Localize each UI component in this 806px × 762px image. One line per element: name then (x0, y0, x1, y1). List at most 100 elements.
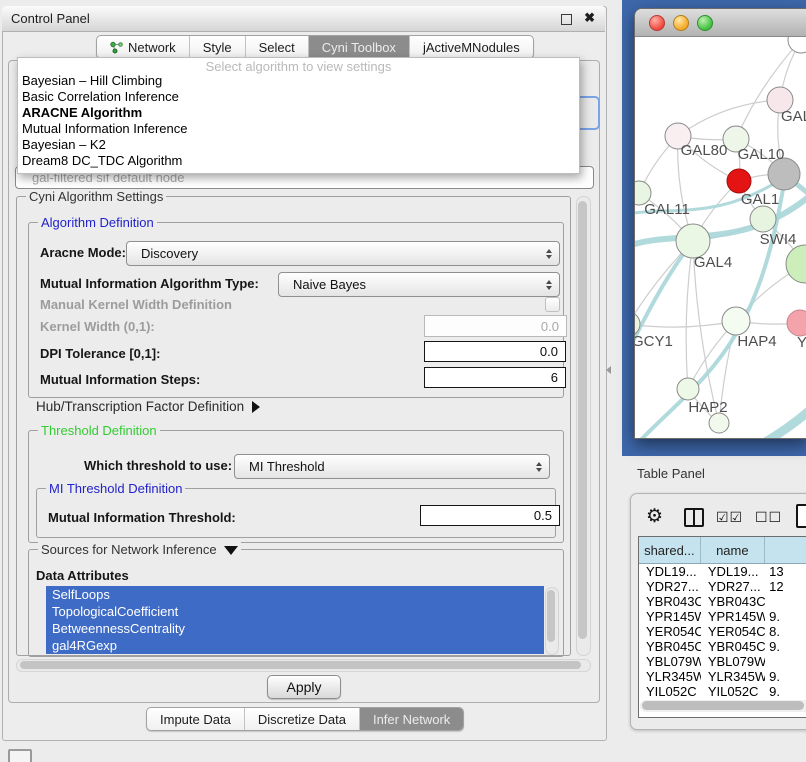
network-node-hap4[interactable] (722, 307, 750, 335)
tab-style[interactable]: Style (189, 36, 245, 58)
float-window-icon[interactable] (561, 14, 572, 25)
close-icon[interactable]: ✖ (584, 10, 595, 26)
dpi-tolerance-field[interactable]: 0.0 (424, 341, 566, 362)
attribute-item[interactable]: SelfLoops (46, 586, 544, 603)
tab-cyni-toolbox[interactable]: Cyni Toolbox (308, 36, 409, 58)
tab-jactivemnodules[interactable]: jActiveMNodules (409, 36, 533, 58)
tab-network[interactable]: Network (97, 36, 189, 58)
algorithm-option[interactable]: Basic Correlation Inference (18, 89, 579, 105)
splitter-collapse-icon[interactable] (606, 366, 611, 374)
minimized-widget[interactable] (8, 749, 32, 762)
table-row[interactable]: YDR27...YDR27...12 (639, 579, 806, 594)
deselect-all-icon[interactable]: ☐☐ (755, 509, 782, 526)
mi-steps-value: 6 (551, 370, 558, 385)
manual-kernel-checkbox[interactable] (545, 297, 560, 312)
network-window-titlebar[interactable] (635, 9, 806, 37)
attribute-item[interactable]: TopologicalCoefficient (46, 603, 544, 620)
algorithm-option[interactable]: Mutual Information Inference (18, 121, 579, 137)
select-all-icon[interactable]: ☑☑ (716, 509, 743, 526)
mi-type-value: Naive Bayes (279, 277, 366, 292)
network-node-hap2[interactable] (677, 378, 699, 400)
app-root: Control Panel ✖ NetworkStyleSelectCyni T… (0, 0, 806, 762)
table-header-row: shared...name (639, 537, 806, 564)
network-node[interactable] (786, 245, 806, 283)
mi-threshold-label: Mutual Information Threshold: (48, 510, 236, 525)
table-row[interactable]: YLR345WYLR345W9. (639, 669, 806, 684)
table-row[interactable]: YIL052CYIL052C9. (639, 684, 806, 699)
network-node[interactable] (709, 413, 729, 433)
mi-steps-field[interactable]: 6 (424, 367, 566, 388)
table-hscroll-thumb[interactable] (642, 701, 804, 710)
mi-type-label: Mutual Information Algorithm Type: (40, 276, 259, 291)
table-row[interactable]: YDL19...YDL19...13 (639, 564, 806, 579)
table-column-header[interactable] (765, 537, 806, 563)
network-edge (686, 241, 693, 389)
gear-icon[interactable]: ⚙ (646, 505, 663, 529)
network-canvas[interactable]: GALGAL80GAL10GAL1GAL11SWI4GAL4GCY1HAP4YH… (635, 37, 806, 438)
algorithm-option[interactable]: Bayesian – K2 (18, 137, 579, 153)
algorithm-dropdown-popup: Select algorithm to view settings Bayesi… (17, 57, 580, 174)
aracne-mode-combo[interactable]: Discovery (126, 241, 560, 266)
network-node-gal4[interactable] (676, 224, 710, 258)
bottom-tab-infer-network[interactable]: Infer Network (359, 708, 463, 730)
kernel-width-field[interactable]: 0.0 (424, 315, 567, 337)
network-view-window[interactable]: GALGAL80GAL10GAL1GAL11SWI4GAL4GCY1HAP4YH… (634, 8, 806, 439)
algorithm-option[interactable]: ARACNE Algorithm (18, 105, 579, 121)
algorithm-definition-label: Algorithm Definition (38, 215, 157, 230)
bottom-tab-label: Infer Network (373, 712, 450, 727)
node-label: GAL10 (738, 146, 785, 163)
bottom-tab-impute-data[interactable]: Impute Data (147, 708, 244, 730)
settings-vscroll-thumb[interactable] (578, 201, 587, 639)
minimize-traffic-light-icon[interactable] (673, 15, 689, 31)
table-panel-title: Table Panel (637, 466, 705, 481)
table-row[interactable]: YBL079WYBL079W (639, 654, 806, 669)
cyni-settings-label: Cyni Algorithm Settings (26, 189, 166, 204)
network-icon (110, 41, 123, 54)
network-graph[interactable]: GALGAL80GAL10GAL1GAL11SWI4GAL4GCY1HAP4YH… (635, 37, 806, 438)
sources-toggle[interactable]: Sources for Network Inference (38, 542, 241, 557)
network-node-swi4[interactable] (750, 206, 776, 232)
node-label: GAL80 (681, 142, 728, 159)
table-cell: 9. (765, 669, 806, 684)
table-horizontal-scrollbar[interactable] (640, 700, 806, 712)
attributes-scroll-thumb[interactable] (547, 590, 555, 642)
mi-type-combo[interactable]: Naive Bayes (278, 272, 560, 297)
dpi-tolerance-value: 0.0 (540, 344, 558, 359)
table-row[interactable]: YBR045CYBR045C9. (639, 639, 806, 654)
close-traffic-light-icon[interactable] (649, 15, 665, 31)
chevron-down-icon (224, 546, 238, 555)
table-row[interactable]: YPR145WYPR145W9. (639, 609, 806, 624)
hub-section-toggle[interactable]: Hub/Transcription Factor Definition (36, 399, 260, 414)
table-row[interactable]: YBR043CYBR043C (639, 594, 806, 609)
apply-button-label: Apply (286, 679, 321, 695)
attribute-item[interactable]: BetweennessCentrality (46, 620, 544, 637)
settings-horizontal-scrollbar[interactable] (16, 659, 591, 672)
settings-hscroll-thumb[interactable] (20, 661, 581, 669)
which-threshold-combo[interactable]: MI Threshold (234, 454, 550, 479)
zoom-traffic-light-icon[interactable] (697, 15, 713, 31)
apply-button[interactable]: Apply (267, 675, 341, 699)
network-node-gal1[interactable] (727, 169, 751, 193)
table-column-header[interactable]: name (701, 537, 765, 563)
columns-icon[interactable] (684, 508, 704, 527)
algorithm-option[interactable]: Bayesian – Hill Climbing (18, 73, 579, 89)
tab-select[interactable]: Select (245, 36, 308, 58)
table-row[interactable]: YER054CYER054C8. (639, 624, 806, 639)
attribute-item[interactable]: gal4RGexp (46, 637, 544, 654)
table-cell: YBR043C (639, 594, 701, 609)
table-cell: 9. (765, 684, 806, 699)
attributes-scrollbar[interactable] (545, 587, 559, 655)
table-cell: YBR045C (639, 639, 701, 654)
mi-threshold-field[interactable]: 0.5 (420, 505, 560, 526)
table-column-header[interactable]: shared... (639, 537, 701, 563)
algorithm-option[interactable]: Dream8 DC_TDC Algorithm (18, 153, 579, 169)
settings-vertical-scrollbar[interactable] (576, 196, 591, 656)
table-body: YDL19...YDL19...13YDR27...YDR27...12YBR0… (639, 564, 806, 699)
network-node[interactable] (788, 37, 806, 53)
document-icon[interactable] (796, 504, 806, 528)
network-node-y[interactable] (787, 310, 806, 336)
mi-steps-label: Mutual Information Steps: (40, 372, 200, 387)
algorithm-placeholder: Select algorithm to view settings (18, 58, 579, 73)
bottom-tab-discretize-data[interactable]: Discretize Data (244, 708, 359, 730)
control-panel-titlebar[interactable]: Control Panel ✖ (2, 6, 605, 32)
